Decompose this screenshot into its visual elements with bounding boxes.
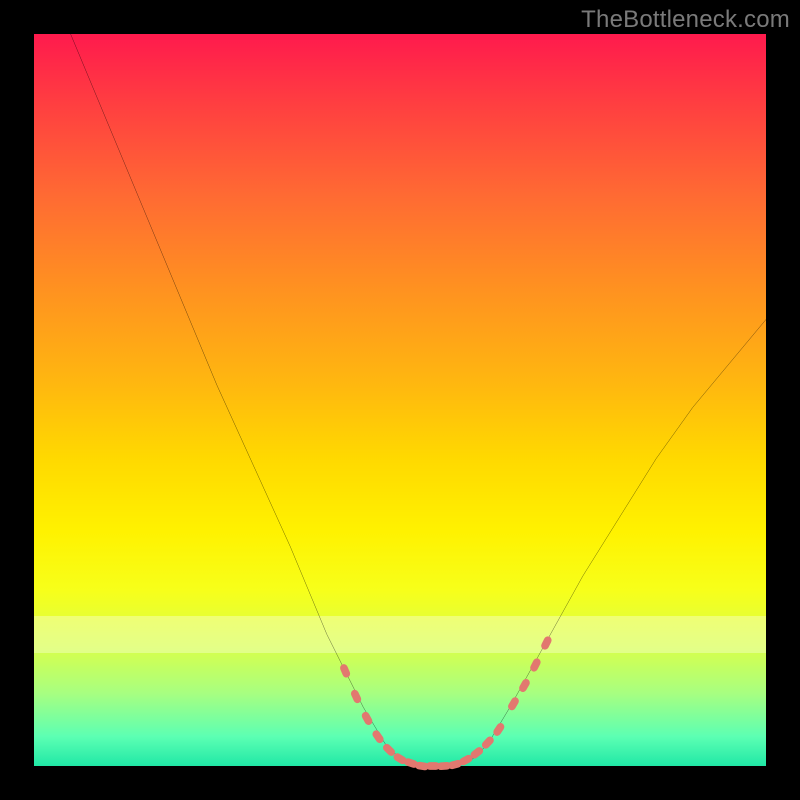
plot-area xyxy=(34,34,766,766)
curve-marker xyxy=(360,710,373,726)
outer-frame: TheBottleneck.com xyxy=(0,0,800,800)
attribution-text: TheBottleneck.com xyxy=(581,6,790,34)
curve-marker xyxy=(371,729,385,745)
bottleneck-curve-svg xyxy=(34,34,766,766)
curve-marker xyxy=(529,657,542,673)
curve-marker xyxy=(339,663,352,679)
curve-marker xyxy=(492,721,506,737)
curve-marker xyxy=(540,635,553,651)
marker-group xyxy=(339,635,553,771)
bottleneck-curve xyxy=(71,34,766,766)
curve-marker xyxy=(480,735,495,750)
curve-marker xyxy=(518,678,532,694)
